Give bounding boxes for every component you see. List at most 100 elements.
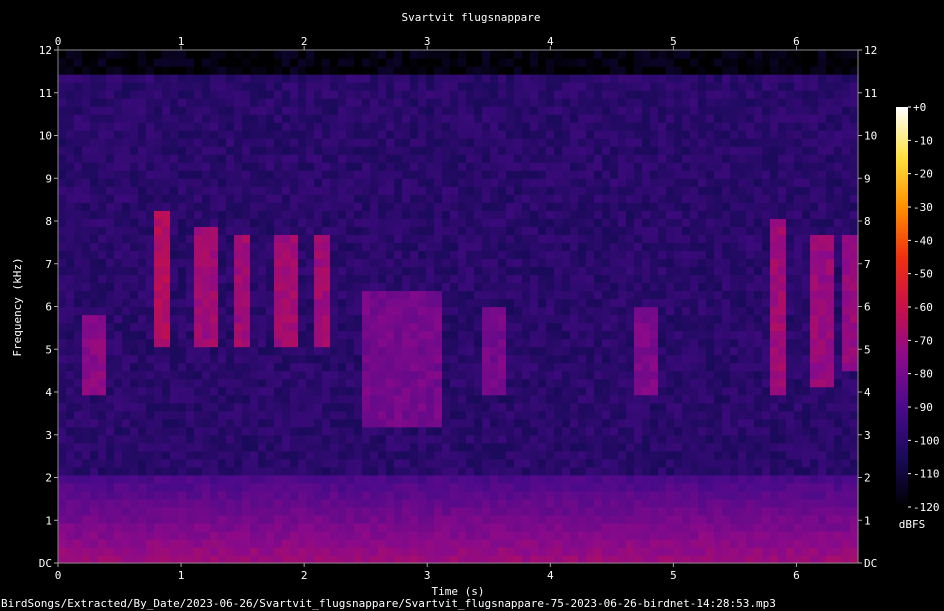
spectrogram-cell — [154, 82, 163, 91]
spectrogram-cell — [74, 98, 83, 107]
spectrogram-cell — [458, 242, 467, 251]
spectrogram-cell — [506, 130, 515, 139]
spectrogram-cell — [402, 202, 411, 211]
spectrogram-cell — [562, 498, 571, 508]
spectrogram-cell — [274, 530, 283, 540]
spectrogram-cell — [178, 74, 187, 83]
spectrogram-cell — [594, 458, 603, 468]
spectrogram-cell — [58, 186, 67, 195]
spectrogram-cell — [258, 386, 267, 396]
spectrogram-cell — [386, 482, 395, 492]
spectrogram-cell — [106, 546, 115, 556]
spectrogram-cell — [514, 162, 523, 171]
spectrogram-cell — [146, 370, 155, 380]
spectrogram-cell — [330, 418, 339, 428]
spectrogram-cell — [618, 482, 627, 492]
spectrogram-cell — [466, 338, 475, 348]
spectrogram-cell — [234, 378, 243, 388]
spectrogram-cell — [586, 506, 595, 516]
spectrogram-cell — [330, 122, 339, 131]
spectrogram-cell — [586, 122, 595, 131]
spectrogram-cell — [562, 322, 571, 332]
spectrogram-cell — [282, 210, 291, 219]
spectrogram-cell — [522, 202, 531, 211]
spectrogram-cell — [466, 354, 475, 364]
spectrogram-cell — [482, 266, 491, 276]
spectrogram-cell — [74, 74, 83, 83]
spectrogram-cell — [570, 314, 579, 324]
spectrogram-cell — [610, 74, 619, 83]
spectrogram-cell — [618, 114, 627, 123]
spectrogram-cell — [298, 338, 307, 348]
spectrogram-cell — [218, 258, 227, 268]
spectrogram-cell — [154, 482, 163, 492]
spectrogram-cell — [578, 242, 587, 251]
spectrogram-cell — [138, 66, 147, 75]
spectrogram-cell — [242, 418, 251, 428]
spectrogram-cell — [226, 402, 235, 412]
spectrogram-cell — [130, 218, 139, 227]
spectrogram-cell — [154, 394, 163, 404]
spectrogram-cell — [530, 538, 539, 548]
spectrogram-cell — [666, 410, 675, 420]
spectrogram-cell — [194, 498, 203, 508]
spectrogram-cell — [602, 498, 611, 508]
spectrogram-cell — [482, 74, 491, 83]
spectrogram-cell — [106, 170, 115, 179]
spectrogram-cell — [242, 530, 251, 540]
spectrogram-cell — [402, 66, 411, 75]
spectrogram-cell — [274, 170, 283, 179]
spectrogram-cell — [274, 538, 283, 548]
spectrogram-cell — [298, 66, 307, 75]
spectrogram-cell — [618, 298, 627, 308]
spectrogram-cell — [274, 290, 283, 300]
spectrogram-cell — [146, 354, 155, 364]
spectrogram-cell — [162, 378, 171, 388]
spectrogram-cell — [522, 234, 531, 243]
spectrogram-cell — [442, 90, 451, 99]
spectrogram-cell — [106, 154, 115, 163]
spectrogram-cell — [242, 234, 251, 243]
spectrogram-cell — [258, 282, 267, 292]
spectrogram-cell — [674, 402, 683, 412]
spectrogram-cell — [186, 434, 195, 444]
spectrogram-cell — [210, 314, 219, 324]
spectrogram-cell — [386, 250, 395, 260]
spectrogram-cell — [210, 226, 219, 235]
spectrogram-cell — [114, 522, 123, 532]
spectrogram-cell — [106, 554, 115, 564]
spectrogram-cell — [250, 546, 259, 556]
spectrogram-cell — [66, 226, 75, 235]
spectrogram-cell — [58, 274, 67, 284]
spectrogram-cell — [674, 154, 683, 163]
spectrogram-cell — [242, 186, 251, 195]
spectrogram-cell — [458, 122, 467, 131]
spectrogram-cell — [98, 314, 107, 324]
spectrogram-cell — [378, 122, 387, 131]
spectrogram-cell — [474, 290, 483, 300]
spectrogram-cell — [578, 226, 587, 235]
spectrogram-cell — [586, 114, 595, 123]
spectrogram-cell — [578, 138, 587, 147]
spectrogram-cell — [442, 290, 451, 300]
spectrogram-cell — [346, 66, 355, 75]
spectrogram-cell — [146, 226, 155, 235]
spectrogram-cell — [282, 394, 291, 404]
spectrogram-cell — [338, 338, 347, 348]
spectrogram-cell — [490, 490, 499, 500]
spectrogram-cell — [394, 498, 403, 508]
spectrogram-cell — [546, 282, 555, 292]
spectrogram-cell — [258, 250, 267, 260]
spectrogram-cell — [114, 314, 123, 324]
spectrogram-cell — [186, 202, 195, 211]
spectrogram-cell — [354, 66, 363, 75]
spectrogram-cell — [554, 482, 563, 492]
spectrogram-cell — [186, 274, 195, 284]
spectrogram-cell — [162, 522, 171, 532]
spectrogram-cell — [122, 514, 131, 524]
spectrogram-cell — [138, 58, 147, 67]
spectrogram-cell — [490, 162, 499, 171]
spectrogram-cell — [674, 482, 683, 492]
spectrogram-cell — [82, 306, 91, 316]
spectrogram-cell — [258, 426, 267, 436]
